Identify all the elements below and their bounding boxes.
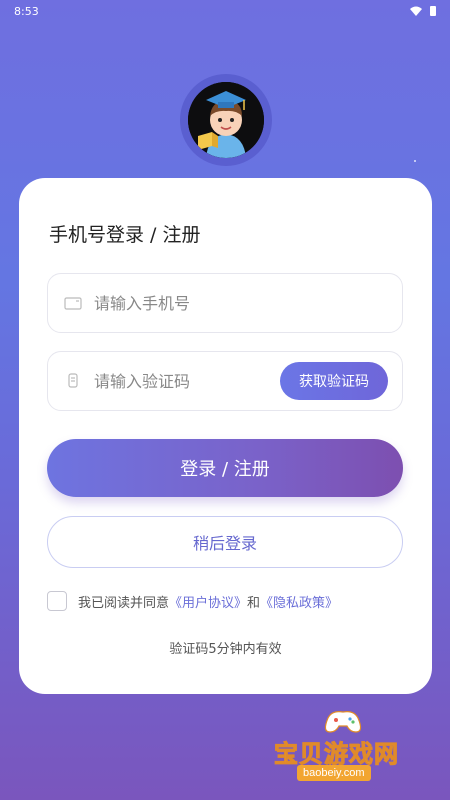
page-title: 手机号登录 / 注册 <box>49 224 201 246</box>
phone-input[interactable] <box>94 293 294 313</box>
agreement-conjunction: 和 <box>247 595 261 611</box>
verification-code-icon <box>68 373 78 388</box>
watermark-url: baobeiy.com <box>297 765 371 781</box>
code-validity-note: 验证码5分钟内有效 <box>169 642 282 657</box>
status-bar: 8:53 <box>0 0 450 22</box>
gamepad-icon <box>324 711 362 733</box>
login-register-button[interactable]: 登录 / 注册 <box>47 439 403 497</box>
watermark-logo: 宝贝游戏网 baobeiy.com <box>274 708 422 788</box>
agreement-row: 我已阅读并同意 《用户协议》 和 《隐私政策》 <box>47 591 338 611</box>
phone-field[interactable] <box>47 273 403 333</box>
login-later-button[interactable]: 稍后登录 <box>47 516 403 568</box>
login-card: 手机号登录 / 注册 获取验证码 登录 / 注册 稍后登录 我已阅读并同意 《用… <box>19 178 432 694</box>
status-time: 8:53 <box>14 4 39 18</box>
agreement-prefix: 我已阅读并同意 <box>78 595 170 611</box>
avatar <box>180 74 272 166</box>
battery-icon <box>430 6 436 16</box>
student-avatar-illustration <box>188 82 264 158</box>
get-code-button[interactable]: 获取验证码 <box>280 362 388 400</box>
agreement-checkbox[interactable] <box>47 591 67 611</box>
status-icons <box>410 6 436 16</box>
decorative-dot <box>414 160 416 162</box>
user-agreement-link[interactable]: 《用户协议》 <box>169 592 247 611</box>
code-input[interactable] <box>94 371 294 391</box>
watermark-title: 宝贝游戏网 <box>274 740 399 769</box>
code-field[interactable]: 获取验证码 <box>47 351 403 411</box>
phone-icon <box>64 297 82 310</box>
wifi-icon <box>410 6 422 16</box>
privacy-policy-link[interactable]: 《隐私政策》 <box>260 592 338 611</box>
avatar-image <box>188 82 264 158</box>
